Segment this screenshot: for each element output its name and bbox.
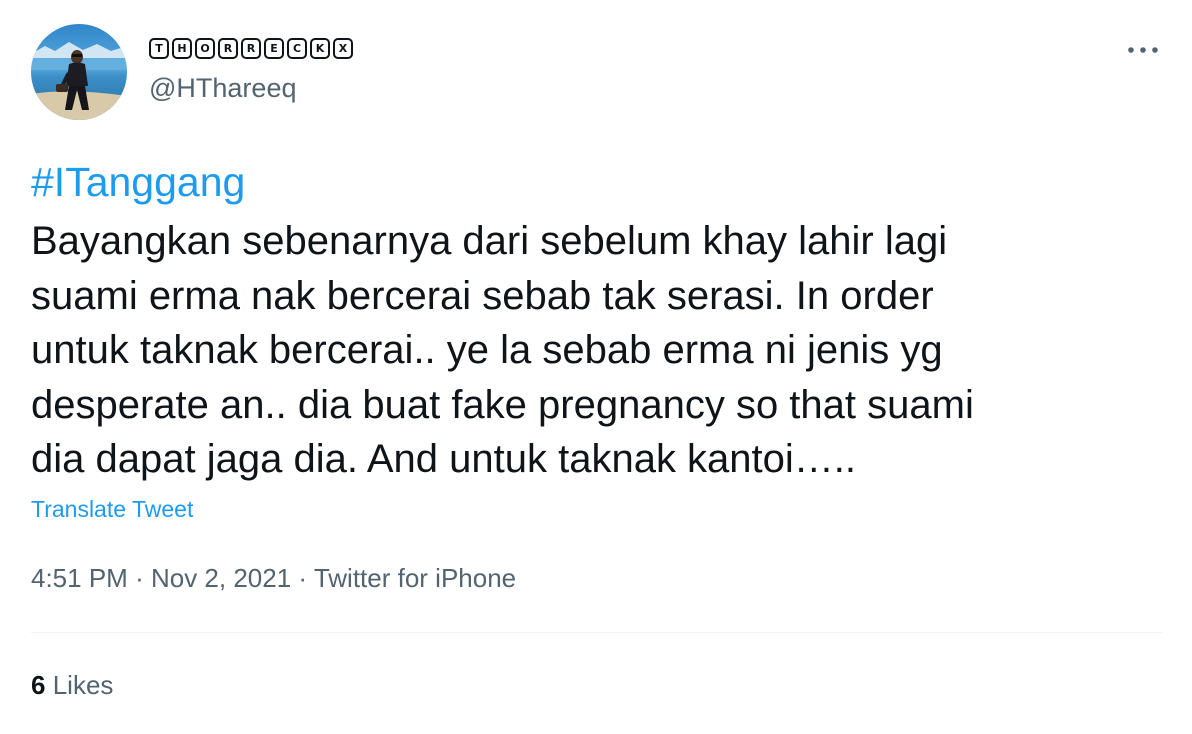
display-name-letter-tile: C: [287, 38, 307, 59]
meta-separator: ·: [135, 563, 151, 593]
display-name-letter-tile: K: [310, 38, 330, 59]
display-name-letter-tile: R: [241, 38, 261, 59]
hashtag-link[interactable]: #ITanggang: [31, 156, 245, 208]
likes-link[interactable]: 6 Likes: [31, 670, 113, 701]
tweet-text: Bayangkan sebenarnya dari sebelum khay l…: [31, 214, 1161, 487]
tweet-text-line: desperate an.. dia buat fake pregnancy s…: [31, 382, 974, 427]
more-horizontal-icon: [1128, 47, 1158, 53]
display-name-letter-tile: R: [218, 38, 238, 59]
author-display-name[interactable]: THORRECKX: [149, 38, 353, 59]
tweet-metadata: 4:51 PM · Nov 2, 2021 · Twitter for iPho…: [31, 563, 516, 594]
display-name-letter-tile: E: [264, 38, 284, 59]
tweet-text-line: dia dapat jaga dia. And untuk taknak kan…: [31, 437, 857, 481]
more-options-button[interactable]: [1124, 36, 1162, 64]
avatar-photo: [31, 24, 127, 120]
avatar[interactable]: [31, 24, 127, 120]
display-name-letter-tile: T: [149, 38, 169, 59]
display-name-letter-tile: H: [172, 38, 192, 59]
tweet-time[interactable]: 4:51 PM: [31, 563, 128, 593]
tweet-text-line: Bayangkan sebenarnya dari sebelum khay l…: [31, 219, 948, 263]
meta-separator: ·: [298, 563, 314, 593]
likes-count: 6: [31, 670, 46, 700]
translate-tweet-link[interactable]: Translate Tweet: [31, 496, 193, 523]
tweet-text-line: suami erma nak bercerai sebab tak serasi…: [31, 273, 934, 318]
tweet: THORRECKX @HThareeq #ITanggang Bayangkan…: [0, 0, 1192, 734]
tweet-text-line: untuk taknak bercerai.. ye la sebab erma…: [31, 328, 943, 372]
tweet-date[interactable]: Nov 2, 2021: [151, 563, 291, 593]
display-name-letter-tile: X: [333, 38, 353, 59]
display-name-letter-tile: O: [195, 38, 215, 59]
divider: [31, 632, 1162, 633]
likes-label: Likes: [52, 670, 114, 700]
tweet-source[interactable]: Twitter for iPhone: [314, 563, 516, 593]
author-handle[interactable]: @HThareeq: [149, 73, 296, 104]
